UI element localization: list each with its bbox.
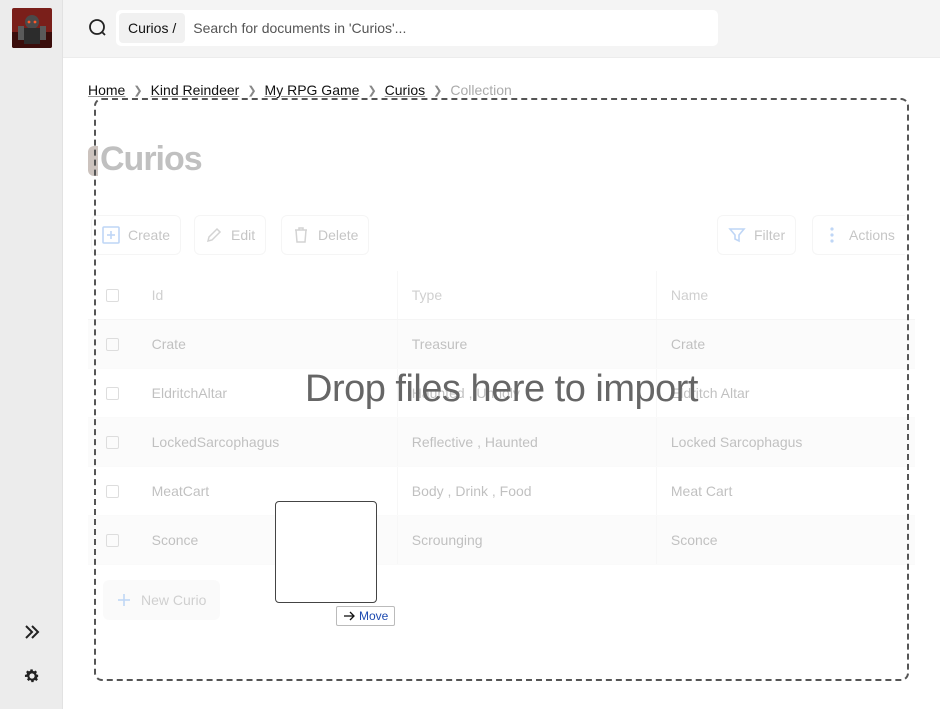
row-checkbox[interactable]: [106, 533, 120, 547]
search-box[interactable]: Curios /: [116, 10, 718, 46]
row-checkbox[interactable]: [106, 337, 120, 351]
gear-icon[interactable]: [20, 664, 44, 688]
arrow-right-icon: [344, 611, 355, 621]
add-square-icon: [102, 226, 120, 244]
breadcrumb-curios[interactable]: Curios: [385, 82, 425, 98]
cell-type: Body , Drink , Food: [396, 467, 656, 515]
row-checkbox[interactable]: [106, 484, 120, 498]
column-header-type[interactable]: Type: [396, 271, 656, 319]
search-input[interactable]: [193, 20, 674, 36]
move-tooltip: Move: [336, 606, 396, 626]
chevron-right-icon: ❯: [247, 84, 257, 97]
drag-preview: [275, 501, 377, 603]
create-button[interactable]: Create: [91, 215, 182, 255]
left-rail: [0, 0, 63, 709]
more-vertical-icon: [830, 227, 834, 243]
cell-type: Treasure: [396, 320, 656, 368]
top-bar: Curios /: [63, 0, 940, 58]
move-tooltip-label: Move: [359, 609, 389, 623]
delete-button[interactable]: Delete: [281, 215, 370, 255]
new-curio-label: New Curio: [141, 592, 207, 608]
pencil-icon: [206, 227, 222, 243]
filter-button[interactable]: Filter: [717, 215, 797, 255]
table-row[interactable]: MeatCart Body , Drink , Food Meat Cart: [88, 467, 915, 516]
row-checkbox[interactable]: [106, 435, 120, 449]
chevron-right-icon: ❯: [367, 84, 377, 97]
new-curio-button[interactable]: New Curio: [103, 580, 221, 620]
page-title-text: Curios: [100, 140, 203, 178]
cell-name: Sconce: [655, 516, 915, 564]
chevron-right-icon: ❯: [433, 84, 443, 97]
chevron-right-icon: ❯: [133, 84, 143, 97]
edit-button-label: Edit: [231, 227, 256, 243]
table-row[interactable]: LockedSarcophagus Reflective , Haunted L…: [88, 418, 915, 467]
table-row[interactable]: Sconce Scrounging Sconce: [88, 516, 915, 565]
trash-icon: [295, 227, 307, 243]
cell-type: Scrounging: [396, 516, 656, 564]
actions-button-label: Actions: [849, 227, 895, 243]
breadcrumb-collection: Collection: [450, 82, 512, 98]
cell-id: Crate: [151, 336, 186, 352]
page-title: Curios: [88, 140, 203, 179]
cell-name: Locked Sarcophagus: [655, 418, 915, 466]
cell-type: Reflective , Haunted: [396, 418, 656, 466]
title-icon: [88, 146, 98, 177]
cell-name: Meat Cart: [655, 467, 915, 515]
cell-name: Crate: [655, 320, 915, 368]
edit-button[interactable]: Edit: [194, 215, 267, 255]
delete-button-label: Delete: [318, 227, 359, 243]
character-avatar-icon: [12, 8, 52, 48]
cell-id: LockedSarcophagus: [151, 434, 280, 450]
search-icon[interactable]: [87, 17, 109, 39]
table-row[interactable]: EldritchAltar Haunted , Unholy Eldritch …: [88, 369, 915, 418]
double-chevron-right-icon[interactable]: [20, 620, 44, 644]
breadcrumb-my-rpg-game[interactable]: My RPG Game: [265, 82, 360, 98]
main-content: Home ❯ Kind Reindeer ❯ My RPG Game ❯ Cur…: [63, 58, 940, 709]
table-header: Id Type Name: [88, 271, 915, 320]
column-header-id[interactable]: Id: [138, 271, 397, 319]
column-header-name[interactable]: Name: [655, 271, 915, 319]
select-all-checkbox[interactable]: [106, 288, 120, 302]
breadcrumb-kind-reindeer[interactable]: Kind Reindeer: [151, 82, 240, 98]
row-checkbox[interactable]: [106, 386, 120, 400]
plus-icon: [118, 594, 130, 606]
curios-table: Id Type Name Crate Treasure Crate Eldrit…: [88, 271, 915, 565]
table-row[interactable]: Crate Treasure Crate: [88, 320, 915, 369]
avatar[interactable]: [12, 8, 52, 48]
cell-name: Eldritch Altar: [655, 369, 915, 417]
filter-button-label: Filter: [754, 227, 786, 243]
actions-button[interactable]: Actions: [812, 215, 905, 255]
cell-id: EldritchAltar: [151, 385, 228, 401]
create-button-label: Create: [128, 227, 171, 243]
filter-icon: [728, 228, 746, 243]
breadcrumb: Home ❯ Kind Reindeer ❯ My RPG Game ❯ Cur…: [88, 82, 512, 98]
search-scope[interactable]: Curios /: [119, 13, 186, 43]
cell-type: Haunted , Unholy: [396, 369, 656, 417]
breadcrumb-home[interactable]: Home: [88, 82, 125, 98]
